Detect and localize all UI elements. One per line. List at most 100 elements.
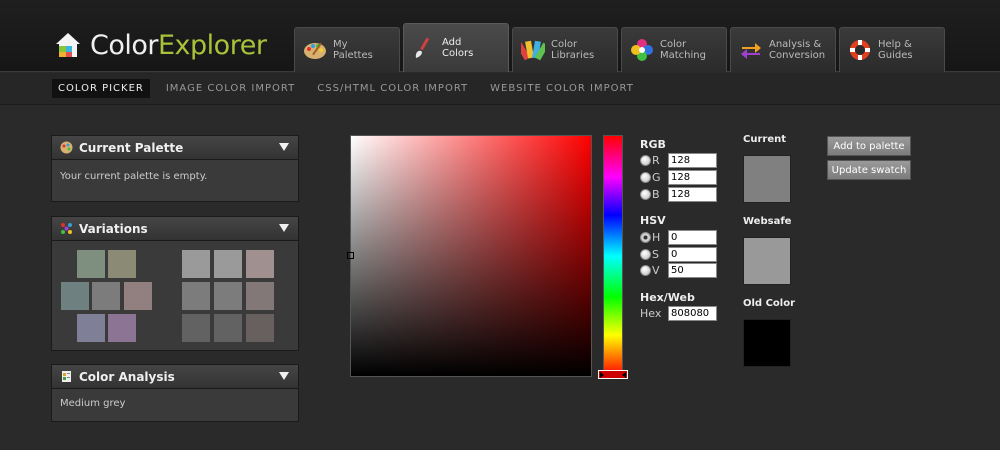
- tab-analysis-conversion[interactable]: Analysis & Conversion: [730, 27, 836, 72]
- brush-icon: [415, 37, 430, 58]
- hex-label: Hex: [640, 307, 662, 320]
- b-input[interactable]: [668, 187, 717, 202]
- app-logo[interactable]: ColorExplorer: [54, 28, 267, 62]
- subnav-css-html-color-import[interactable]: CSS/HTML COLOR IMPORT: [311, 79, 474, 98]
- current-palette-panel: Current Palette Your current palette is …: [51, 135, 299, 202]
- saturation-value-field[interactable]: [350, 135, 592, 377]
- variation-swatch[interactable]: [92, 282, 120, 310]
- palette-icon: [304, 42, 326, 59]
- v-radio[interactable]: [640, 265, 651, 276]
- logo-text-accent: Explorer: [158, 29, 267, 61]
- tab-label: Add Colors: [442, 37, 474, 59]
- tab-color-libraries[interactable]: Color Libraries: [512, 27, 618, 72]
- rgb-g-row: G: [640, 170, 668, 185]
- hsv-s-row: S: [640, 247, 668, 262]
- v-label: V: [652, 264, 660, 277]
- variation-swatch[interactable]: [214, 282, 242, 310]
- v-input[interactable]: [668, 263, 717, 278]
- variation-swatch[interactable]: [182, 282, 210, 310]
- rgb-heading: RGB: [640, 138, 666, 151]
- websafe-swatch-label: Websafe: [743, 216, 792, 227]
- tab-label: My Palettes: [333, 39, 373, 61]
- hue-slider-handle[interactable]: [598, 370, 628, 379]
- logo-text-main: Color: [90, 29, 159, 61]
- h-radio[interactable]: [640, 232, 651, 243]
- tab-label: Help & Guides: [878, 39, 913, 61]
- palette-icon: [60, 141, 73, 154]
- saturation-value-marker[interactable]: [347, 252, 354, 259]
- panel-title: Variations: [79, 221, 148, 236]
- subnav-color-picker[interactable]: COLOR PICKER: [52, 79, 150, 98]
- r-label: R: [652, 154, 660, 167]
- websafe-swatch[interactable]: [743, 237, 791, 285]
- variation-swatch[interactable]: [246, 282, 274, 310]
- collapse-caret-icon[interactable]: [279, 143, 289, 151]
- current-palette-body: Your current palette is empty.: [52, 160, 298, 201]
- s-radio[interactable]: [640, 249, 651, 260]
- lifebuoy-icon: [850, 40, 870, 60]
- tab-label: Color Libraries: [551, 39, 595, 61]
- color-analysis-body: Medium grey: [52, 389, 298, 421]
- hue-slider[interactable]: [603, 135, 623, 377]
- s-label: S: [652, 248, 659, 261]
- variation-swatch[interactable]: [182, 314, 210, 342]
- old-color-swatch-label: Old Color: [743, 298, 796, 309]
- subnav-image-color-import[interactable]: IMAGE COLOR IMPORT: [160, 79, 301, 98]
- variation-swatch[interactable]: [61, 282, 89, 310]
- old-color-swatch[interactable]: [743, 319, 791, 367]
- hex-input[interactable]: [668, 306, 717, 321]
- variations-header[interactable]: Variations: [52, 217, 298, 241]
- update-swatch-button[interactable]: Update swatch: [827, 160, 911, 180]
- h-input[interactable]: [668, 230, 717, 245]
- tab-add-colors[interactable]: Add Colors: [403, 23, 509, 72]
- panel-title: Color Analysis: [79, 369, 175, 384]
- hsv-heading: HSV: [640, 214, 666, 227]
- variation-swatch[interactable]: [214, 314, 242, 342]
- r-input[interactable]: [668, 153, 717, 168]
- variation-swatch[interactable]: [108, 250, 136, 278]
- collapse-caret-icon[interactable]: [279, 372, 289, 380]
- current-swatch: [743, 155, 791, 203]
- g-input[interactable]: [668, 170, 717, 185]
- app-header: ColorExplorer My Palettes Add Colors Col…: [0, 0, 1000, 72]
- variation-swatch[interactable]: [77, 314, 105, 342]
- variation-swatch[interactable]: [182, 250, 210, 278]
- rgb-r-row: R: [640, 153, 668, 168]
- variation-swatch[interactable]: [246, 250, 274, 278]
- tab-color-matching[interactable]: Color Matching: [621, 27, 727, 72]
- tab-help-guides[interactable]: Help & Guides: [839, 27, 945, 72]
- color-analysis-header[interactable]: Color Analysis: [52, 365, 298, 389]
- color-analysis-panel: Color Analysis Medium grey: [51, 364, 299, 422]
- collapse-caret-icon[interactable]: [279, 224, 289, 232]
- b-radio[interactable]: [640, 189, 651, 200]
- tab-my-palettes[interactable]: My Palettes: [294, 27, 400, 72]
- convert-arrows-icon: [741, 43, 761, 59]
- g-radio[interactable]: [640, 172, 651, 183]
- g-label: G: [652, 171, 661, 184]
- flower-icon: [631, 39, 653, 61]
- variation-swatch[interactable]: [214, 250, 242, 278]
- tab-label: Color Matching: [660, 39, 706, 61]
- current-swatch-label: Current: [743, 134, 787, 145]
- s-input[interactable]: [668, 247, 717, 262]
- rgb-b-row: B: [640, 187, 668, 202]
- variation-swatch[interactable]: [77, 250, 105, 278]
- hex-row: Hex: [640, 306, 661, 321]
- house-palette-icon: [56, 33, 80, 57]
- add-to-palette-button[interactable]: Add to palette: [827, 136, 911, 156]
- r-radio[interactable]: [640, 155, 651, 166]
- hsv-h-row: H: [640, 230, 668, 245]
- panel-title: Current Palette: [79, 140, 184, 155]
- sub-navigation: COLOR PICKER IMAGE COLOR IMPORT CSS/HTML…: [0, 73, 1000, 105]
- variation-swatch[interactable]: [124, 282, 152, 310]
- main-tabs: My Palettes Add Colors Color Libraries C…: [294, 23, 948, 72]
- variation-swatch[interactable]: [108, 314, 136, 342]
- current-palette-header[interactable]: Current Palette: [52, 136, 298, 160]
- variation-swatch[interactable]: [246, 314, 274, 342]
- variations-body: [52, 241, 298, 350]
- swatch-fan-icon: [521, 40, 545, 61]
- hsv-v-row: V: [640, 263, 668, 278]
- b-label: B: [652, 188, 660, 201]
- variations-panel: Variations: [51, 216, 299, 351]
- subnav-website-color-import[interactable]: WEBSITE COLOR IMPORT: [484, 79, 640, 98]
